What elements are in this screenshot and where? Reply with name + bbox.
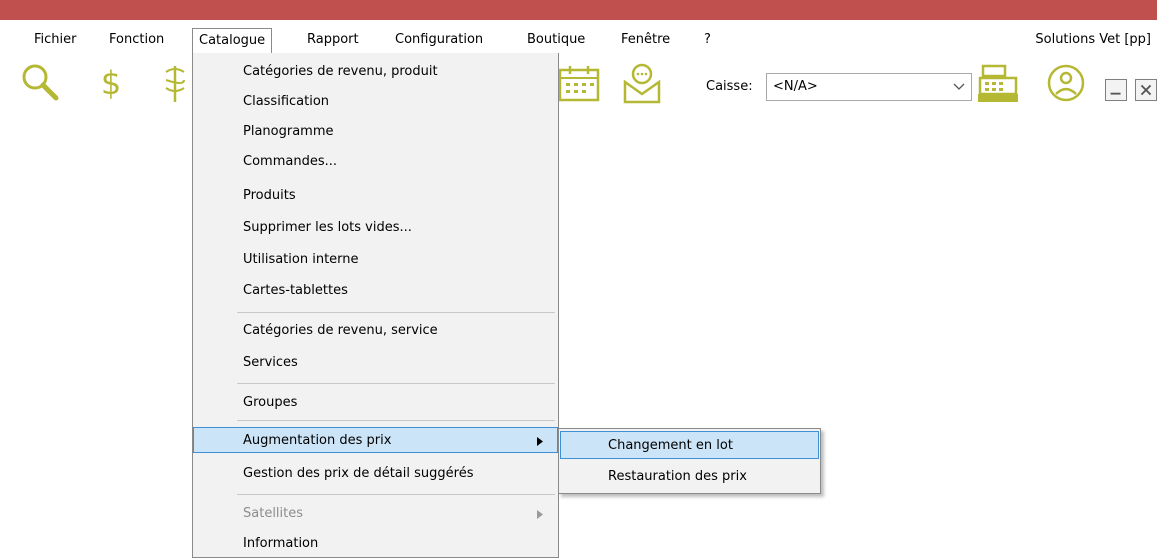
menu-bar: Fichier Fonction Catalogue Rapport Confi… <box>0 26 1157 54</box>
menu-separator <box>237 420 555 421</box>
caisse-label: Caisse: <box>706 79 753 94</box>
chevron-right-icon <box>537 437 543 446</box>
menu-separator <box>237 312 555 313</box>
menu-item-cartes-tablettes[interactable]: Cartes-tablettes <box>194 278 557 304</box>
menu-item-utilisation-interne[interactable]: Utilisation interne <box>194 247 557 273</box>
menu-item-produits[interactable]: Produits <box>194 183 557 209</box>
menu-item-classification[interactable]: Classification <box>194 89 557 115</box>
search-icon[interactable] <box>18 60 64 106</box>
menu-catalogue[interactable]: Catalogue <box>192 28 273 54</box>
menu-boutique[interactable]: Boutique <box>521 28 591 52</box>
menu-item-augmentation-prix[interactable]: Augmentation des prix <box>193 427 558 453</box>
mail-icon[interactable] <box>619 60 665 106</box>
submenu-item-changement-lot[interactable]: Changement en lot <box>560 431 819 459</box>
dollar-icon[interactable]: $ <box>88 60 134 106</box>
caisse-select[interactable]: <N/A> <box>766 73 972 101</box>
menu-rapport[interactable]: Rapport <box>301 28 365 52</box>
menu-item-groupes[interactable]: Groupes <box>194 390 557 416</box>
menu-item-services[interactable]: Services <box>194 350 557 376</box>
menu-item-satellites[interactable]: Satellites <box>194 501 557 527</box>
svg-text:$: $ <box>101 64 121 102</box>
menu-item-commandes[interactable]: Commandes... <box>194 149 557 175</box>
menu-item-gestion-prix[interactable]: Gestion des prix de détail suggérés <box>194 461 557 487</box>
menu-separator <box>237 383 555 384</box>
menu-item-label: Satellites <box>243 506 304 521</box>
window-title-bar <box>0 0 1157 20</box>
menu-item-categories-service[interactable]: Catégories de revenu, service <box>194 318 557 344</box>
chevron-down-icon <box>953 83 965 90</box>
close-icon <box>1140 84 1152 96</box>
app-name: Solutions Vet [pp] <box>1035 32 1151 47</box>
menu-fenetre[interactable]: Fenêtre <box>615 28 676 52</box>
menu-configuration[interactable]: Configuration <box>389 28 489 52</box>
menu-separator <box>237 494 555 495</box>
minimize-button[interactable] <box>1105 79 1127 101</box>
menu-fichier[interactable]: Fichier <box>28 28 83 52</box>
menu-item-supprimer-lots[interactable]: Supprimer les lots vides... <box>194 215 557 241</box>
close-button[interactable] <box>1135 79 1157 101</box>
catalogue-menu: Catégories de revenu, produit Classifica… <box>192 53 559 558</box>
augmentation-prix-submenu: Changement en lot Restauration des prix <box>558 428 821 494</box>
menu-help[interactable]: ? <box>698 28 717 52</box>
minimize-icon <box>1110 92 1121 95</box>
chevron-right-icon <box>537 510 543 519</box>
menu-item-categories-produit[interactable]: Catégories de revenu, produit <box>194 59 557 85</box>
submenu-item-restauration-prix[interactable]: Restauration des prix <box>560 463 819 491</box>
caisse-value: <N/A> <box>773 79 818 94</box>
menu-item-label: Augmentation des prix <box>243 433 392 448</box>
menu-item-information[interactable]: Information <box>194 531 557 557</box>
menu-item-planogramme[interactable]: Planogramme <box>194 119 557 145</box>
toolbar: $ <box>0 56 1157 114</box>
menu-fonction[interactable]: Fonction <box>103 28 170 52</box>
cash-register-icon[interactable] <box>975 60 1021 106</box>
user-sync-icon[interactable] <box>1043 60 1089 106</box>
calendar-icon[interactable] <box>556 60 602 106</box>
